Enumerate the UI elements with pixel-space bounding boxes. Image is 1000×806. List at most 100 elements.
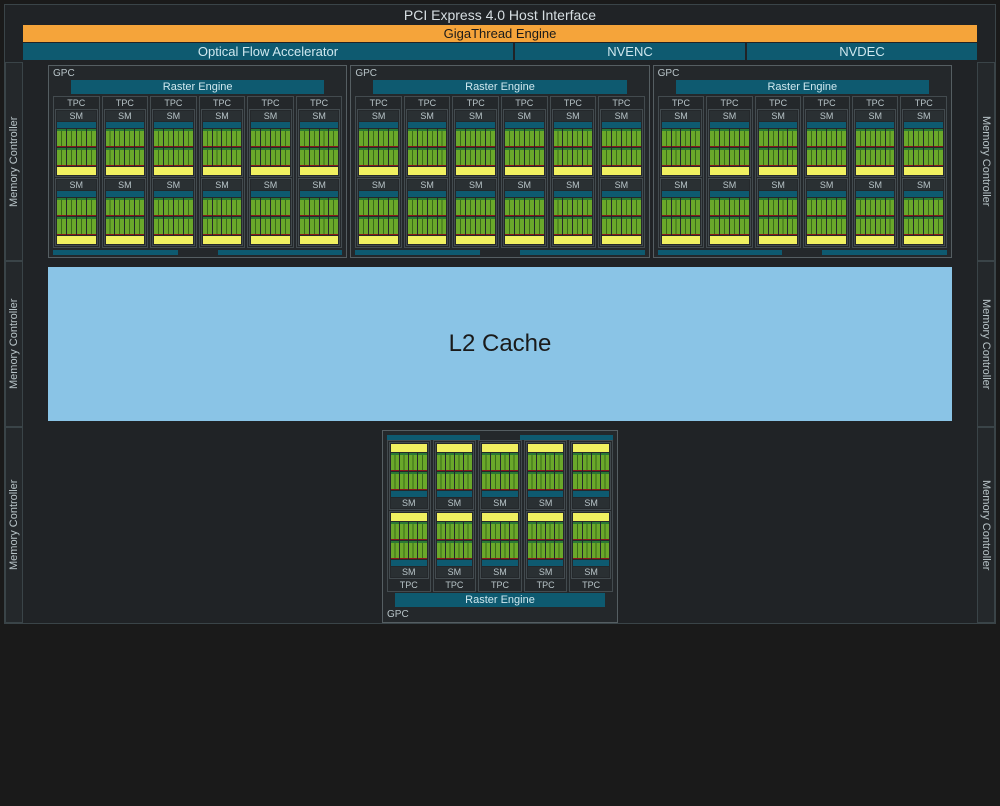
tpc-block: TPCSMSM	[569, 440, 613, 592]
tpc-label: TPC	[201, 98, 244, 108]
sm-scheduler	[106, 122, 145, 128]
sm-cores	[856, 148, 895, 166]
sm-scheduler	[300, 122, 339, 128]
sm-scheduler	[251, 122, 290, 128]
sm-cores	[456, 217, 495, 235]
tpc-block: TPCSMSM	[199, 96, 246, 248]
sm-scheduler	[807, 122, 846, 128]
sm-label: SM	[807, 180, 846, 190]
sm-cores	[602, 217, 641, 235]
sm-cores	[437, 472, 473, 490]
sm-rt-core	[154, 236, 193, 244]
fixed-function-row: Optical Flow Accelerator NVENC NVDEC	[23, 43, 977, 60]
sm-scheduler	[904, 122, 943, 128]
sm-rt-core	[856, 236, 895, 244]
sm-label: SM	[437, 567, 473, 577]
sm-scheduler	[482, 491, 518, 497]
tpc-label: TPC	[454, 98, 497, 108]
sm-rt-core	[759, 236, 798, 244]
sm-cores	[57, 217, 96, 235]
sm-scheduler	[57, 191, 96, 197]
sm-cores	[573, 472, 609, 490]
sm-rt-core	[662, 236, 701, 244]
sm-cores	[554, 198, 593, 216]
gpc-block: GPCRaster EngineTPCSMSMTPCSMSMTPCSMSMTPC…	[653, 65, 952, 258]
memory-controller-right-1: Memory Controller	[977, 261, 995, 427]
sm-cores	[408, 198, 447, 216]
sm-label: SM	[505, 180, 544, 190]
sm-cores	[203, 148, 242, 166]
sm-rt-core	[807, 236, 846, 244]
sm-cores	[602, 129, 641, 147]
tpc-block: TPCSMSM	[355, 96, 402, 248]
sm-scheduler	[602, 122, 641, 128]
sm-rt-core	[528, 444, 564, 452]
sm-scheduler	[602, 191, 641, 197]
tpc-label: TPC	[757, 98, 800, 108]
memory-controller-right-0: Memory Controller	[977, 62, 995, 261]
sm-cores	[856, 217, 895, 235]
sm-cores	[759, 129, 798, 147]
sm-scheduler	[710, 122, 749, 128]
sm-scheduler	[106, 191, 145, 197]
sm-label: SM	[391, 567, 427, 577]
sm-rt-core	[300, 236, 339, 244]
sm-block: SM	[104, 178, 147, 246]
tpc-block: TPCSMSM	[387, 440, 431, 592]
tpc-label: TPC	[406, 98, 449, 108]
sm-label: SM	[251, 111, 290, 121]
sm-block: SM	[55, 109, 98, 177]
sm-label: SM	[554, 111, 593, 121]
sm-cores	[251, 129, 290, 147]
tpc-label: TPC	[600, 98, 643, 108]
sm-rt-core	[528, 513, 564, 521]
sm-block: SM	[805, 109, 848, 177]
sm-cores	[807, 129, 846, 147]
memory-controller-left-0: Memory Controller	[5, 62, 23, 261]
tpc-label: TPC	[552, 98, 595, 108]
tpc-label: TPC	[389, 580, 429, 590]
sm-cores	[759, 198, 798, 216]
sm-cores	[359, 198, 398, 216]
sm-label: SM	[437, 498, 473, 508]
sm-cores	[203, 217, 242, 235]
sm-rt-core	[904, 236, 943, 244]
sm-block: SM	[357, 178, 400, 246]
sm-cores	[482, 453, 518, 471]
sm-block: SM	[902, 109, 945, 177]
sm-block: SM	[708, 109, 751, 177]
sm-cores	[904, 148, 943, 166]
sm-block: SM	[708, 178, 751, 246]
nvenc-block: NVENC	[515, 43, 745, 60]
sm-cores	[57, 198, 96, 216]
gpc-block: GPCRaster EngineTPCSMSMTPCSMSMTPCSMSMTPC…	[350, 65, 649, 258]
sm-rt-core	[154, 167, 193, 175]
sm-rt-core	[602, 236, 641, 244]
sm-block: SM	[152, 109, 195, 177]
sm-label: SM	[408, 180, 447, 190]
sm-rt-core	[391, 444, 427, 452]
sm-cores	[528, 453, 564, 471]
sm-label: SM	[904, 180, 943, 190]
sm-block: SM	[552, 109, 595, 177]
sm-label: SM	[528, 567, 564, 577]
gigathread-engine: GigaThread Engine	[23, 25, 977, 42]
sm-cores	[554, 217, 593, 235]
sm-rt-core	[300, 167, 339, 175]
sm-cores	[505, 129, 544, 147]
sm-label: SM	[203, 180, 242, 190]
sm-rt-core	[251, 236, 290, 244]
sm-label: SM	[856, 111, 895, 121]
sm-cores	[904, 129, 943, 147]
sm-label: SM	[856, 180, 895, 190]
sm-label: SM	[154, 180, 193, 190]
sm-cores	[573, 522, 609, 540]
sm-cores	[456, 198, 495, 216]
sm-scheduler	[408, 191, 447, 197]
sm-cores	[437, 541, 473, 559]
sm-scheduler	[759, 122, 798, 128]
sm-rt-core	[573, 513, 609, 521]
gpc-label: GPC	[51, 68, 344, 79]
sm-rt-core	[602, 167, 641, 175]
sm-scheduler	[505, 191, 544, 197]
